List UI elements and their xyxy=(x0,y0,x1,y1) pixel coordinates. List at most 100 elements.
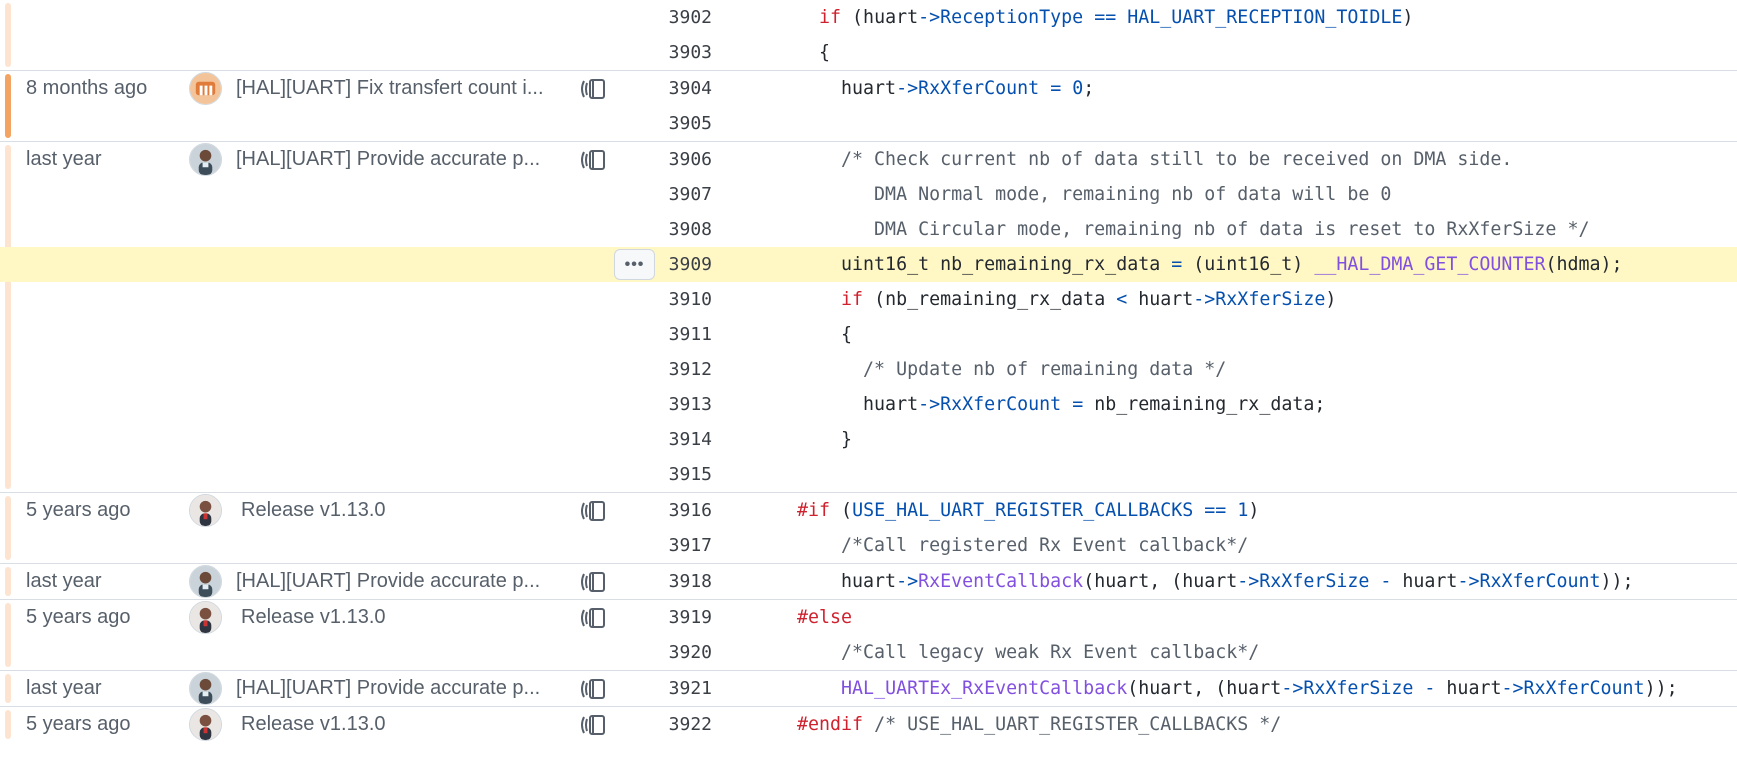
code-token: /* Update nb of remaining data */ xyxy=(775,359,1227,380)
code-token: )); xyxy=(1644,678,1678,699)
code-token: huart xyxy=(1435,678,1502,699)
code-token: { xyxy=(775,324,853,345)
line-number[interactable]: 3918 xyxy=(620,564,712,599)
code-text: /*Call legacy weak Rx Event callback*/ xyxy=(775,635,1259,670)
blame-view: 3902 if (huart->ReceptionType == HAL_UAR… xyxy=(0,0,1737,742)
code-token: 0 xyxy=(1072,78,1084,99)
blame-hunk: last year [HAL][UART] Provide accurate p.… xyxy=(0,564,1737,600)
code-text: #else xyxy=(775,600,852,635)
code-line: 3916 #if (USE_HAL_UART_REGISTER_CALLBACK… xyxy=(0,493,1737,528)
line-number[interactable]: 3907 xyxy=(620,177,712,212)
line-number[interactable]: 3904 xyxy=(620,71,712,106)
line-number[interactable]: 3906 xyxy=(620,142,712,177)
code-line: 3903 { xyxy=(0,35,1737,70)
code-token: /* Check current nb of data still to be … xyxy=(775,149,1513,170)
code-line: 3908 DMA Circular mode, remaining nb of … xyxy=(0,212,1737,247)
code-token: #else xyxy=(797,607,853,628)
code-token: huart xyxy=(775,78,897,99)
line-number[interactable]: 3917 xyxy=(620,528,712,563)
code-text: /* Update nb of remaining data */ xyxy=(775,352,1226,387)
line-number[interactable]: 3913 xyxy=(620,387,712,422)
code-token: ) xyxy=(1325,289,1337,310)
line-number[interactable]: 3911 xyxy=(620,317,712,352)
code-token: -> xyxy=(896,571,919,592)
code-line: 3907 DMA Normal mode, remaining nb of da… xyxy=(0,177,1737,212)
code-token: ReceptionType xyxy=(940,7,1084,28)
blame-hunk: last year [HAL][UART] Provide accurate p.… xyxy=(0,142,1737,493)
line-number[interactable]: 3921 xyxy=(620,671,712,706)
code-token: )); xyxy=(1600,571,1634,592)
line-number[interactable]: 3915 xyxy=(620,457,712,492)
blame-hunk: 5 years ago Release v1.13.0 3916 #if (USE_… xyxy=(0,493,1737,564)
code-token: 1 xyxy=(1237,500,1249,521)
code-token: (nb_remaining_rx_data xyxy=(863,289,1117,310)
code-token: /*Call legacy weak Rx Event callback*/ xyxy=(775,642,1260,663)
code-token: ) xyxy=(1402,7,1414,28)
code-token: -> xyxy=(1281,678,1304,699)
blame-hunk: last year [HAL][UART] Provide accurate p.… xyxy=(0,671,1737,707)
line-number[interactable]: 3922 xyxy=(620,707,712,742)
code-token: HAL_UART_RECEPTION_TOIDLE xyxy=(1127,7,1403,28)
code-token: -> xyxy=(1457,571,1480,592)
code-token: (uint16_t) xyxy=(1182,254,1315,275)
code-token: ( xyxy=(830,500,853,521)
code-line: 3904 huart->RxXferCount = 0; xyxy=(0,71,1737,106)
code-line: 3917 /*Call registered Rx Event callback… xyxy=(0,528,1737,563)
line-number[interactable]: 3903 xyxy=(620,35,712,70)
code-token: /* USE_HAL_UART_REGISTER_CALLBACKS */ xyxy=(874,714,1282,735)
code-line: 3902 if (huart->ReceptionType == HAL_UAR… xyxy=(0,0,1737,35)
line-number[interactable]: 3920 xyxy=(620,635,712,670)
code-token: - xyxy=(1380,571,1392,592)
code-text: if (huart->ReceptionType == HAL_UART_REC… xyxy=(775,0,1413,35)
code-token: -> xyxy=(1501,678,1524,699)
line-number[interactable]: 3919 xyxy=(620,600,712,635)
code-line: 3914 } xyxy=(0,422,1737,457)
code-text: if (nb_remaining_rx_data < huart->RxXfer… xyxy=(775,282,1336,317)
code-token: == xyxy=(1204,500,1227,521)
code-line: 3919 #else xyxy=(0,600,1737,635)
line-number[interactable]: 3912 xyxy=(620,352,712,387)
code-token: -> xyxy=(1193,289,1216,310)
code-token: (huart, (huart xyxy=(1127,678,1282,699)
code-line: 3911 { xyxy=(0,317,1737,352)
code-line: ••• 3909 uint16_t nb_remaining_rx_data = … xyxy=(0,247,1737,282)
code-text: #endif /* USE_HAL_UART_REGISTER_CALLBACK… xyxy=(775,707,1281,742)
line-number[interactable]: 3910 xyxy=(620,282,712,317)
code-line: 3910 if (nb_remaining_rx_data < huart->R… xyxy=(0,282,1737,317)
code-token: uint16_t nb_remaining_rx_data xyxy=(775,254,1172,275)
code-line: 3913 huart->RxXferCount = nb_remaining_r… xyxy=(0,387,1737,422)
blame-hunk: 5 years ago Release v1.13.0 3919 #else 3920… xyxy=(0,600,1737,671)
code-token: huart xyxy=(1391,571,1458,592)
line-number[interactable]: 3908 xyxy=(620,212,712,247)
code-token: (huart xyxy=(841,7,919,28)
code-token: if xyxy=(841,289,864,310)
code-text: /*Call registered Rx Event callback*/ xyxy=(775,528,1248,563)
code-token: < xyxy=(1116,289,1128,310)
code-line: 3915 xyxy=(0,457,1737,492)
code-token: - xyxy=(1424,678,1436,699)
code-text: /* Check current nb of data still to be … xyxy=(775,142,1512,177)
code-token: huart xyxy=(775,571,897,592)
line-number[interactable]: 3914 xyxy=(620,422,712,457)
code-token: -> xyxy=(918,7,941,28)
line-number[interactable]: 3909 xyxy=(620,247,712,282)
line-number[interactable]: 3902 xyxy=(620,0,712,35)
code-token: } xyxy=(775,429,853,450)
line-number[interactable]: 3916 xyxy=(620,493,712,528)
code-token: == xyxy=(1094,7,1117,28)
code-token: -> xyxy=(1237,571,1260,592)
code-token: #endif xyxy=(797,714,864,735)
code-token: RxXferSize xyxy=(1215,289,1326,310)
code-text: uint16_t nb_remaining_rx_data = (uint16_… xyxy=(775,247,1622,282)
line-number[interactable]: 3905 xyxy=(620,106,712,141)
code-token: __HAL_DMA_GET_COUNTER xyxy=(1314,254,1546,275)
code-text: huart->RxXferCount = nb_remaining_rx_dat… xyxy=(775,387,1325,422)
code-line: 3921 HAL_UARTEx_RxEventCallback(huart, (… xyxy=(0,671,1737,706)
code-text: DMA Normal mode, remaining nb of data wi… xyxy=(775,177,1391,212)
blame-hunk: 3902 if (huart->ReceptionType == HAL_UAR… xyxy=(0,0,1737,71)
